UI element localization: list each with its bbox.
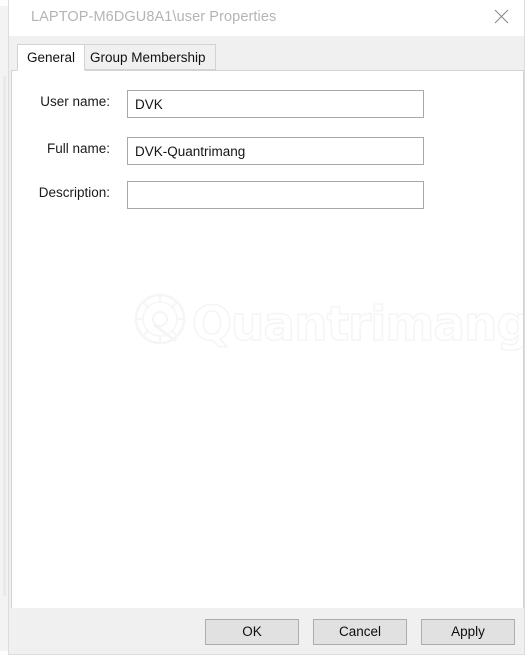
full-name-input[interactable] — [127, 137, 424, 165]
description-input[interactable] — [127, 181, 424, 209]
cancel-button[interactable]: Cancel — [313, 619, 407, 645]
dialog-footer: OK Cancel Apply — [9, 608, 524, 654]
user-name-input[interactable] — [127, 90, 424, 118]
window-title: LAPTOP-M6DGU8A1\user Properties — [31, 9, 277, 25]
tab-general[interactable]: General — [17, 44, 86, 71]
description-label: Description: — [38, 185, 110, 200]
title-bar[interactable]: LAPTOP-M6DGU8A1\user Properties — [9, 0, 524, 36]
form-row-description: Description: — [12, 181, 523, 209]
close-icon — [494, 9, 509, 24]
quantrimang-watermark: Quantrimang — [130, 289, 523, 361]
user-properties-dialog: LAPTOP-M6DGU8A1\user Properties General … — [8, 0, 525, 655]
user-name-label: User name: — [40, 94, 110, 109]
tab-strip: General Group Membership — [11, 44, 524, 71]
tab-group-membership[interactable]: Group Membership — [80, 44, 216, 70]
tab-general-label: General — [27, 50, 76, 65]
full-name-label: Full name: — [46, 141, 110, 156]
form-row-full-name: Full name: — [12, 137, 523, 165]
quantrimang-logo-icon — [130, 289, 410, 349]
apply-button[interactable]: Apply — [421, 619, 515, 645]
quantrimang-watermark-text: Quantrimang — [191, 296, 524, 353]
background-window-sliver-stripe — [3, 76, 6, 596]
ok-button[interactable]: OK — [205, 619, 299, 645]
tab-group-membership-label: Group Membership — [90, 49, 206, 65]
close-button[interactable] — [478, 0, 524, 32]
form-row-user-name: User name: — [12, 90, 523, 118]
general-tab-panel: User name: Full name: Description: — [11, 70, 524, 609]
